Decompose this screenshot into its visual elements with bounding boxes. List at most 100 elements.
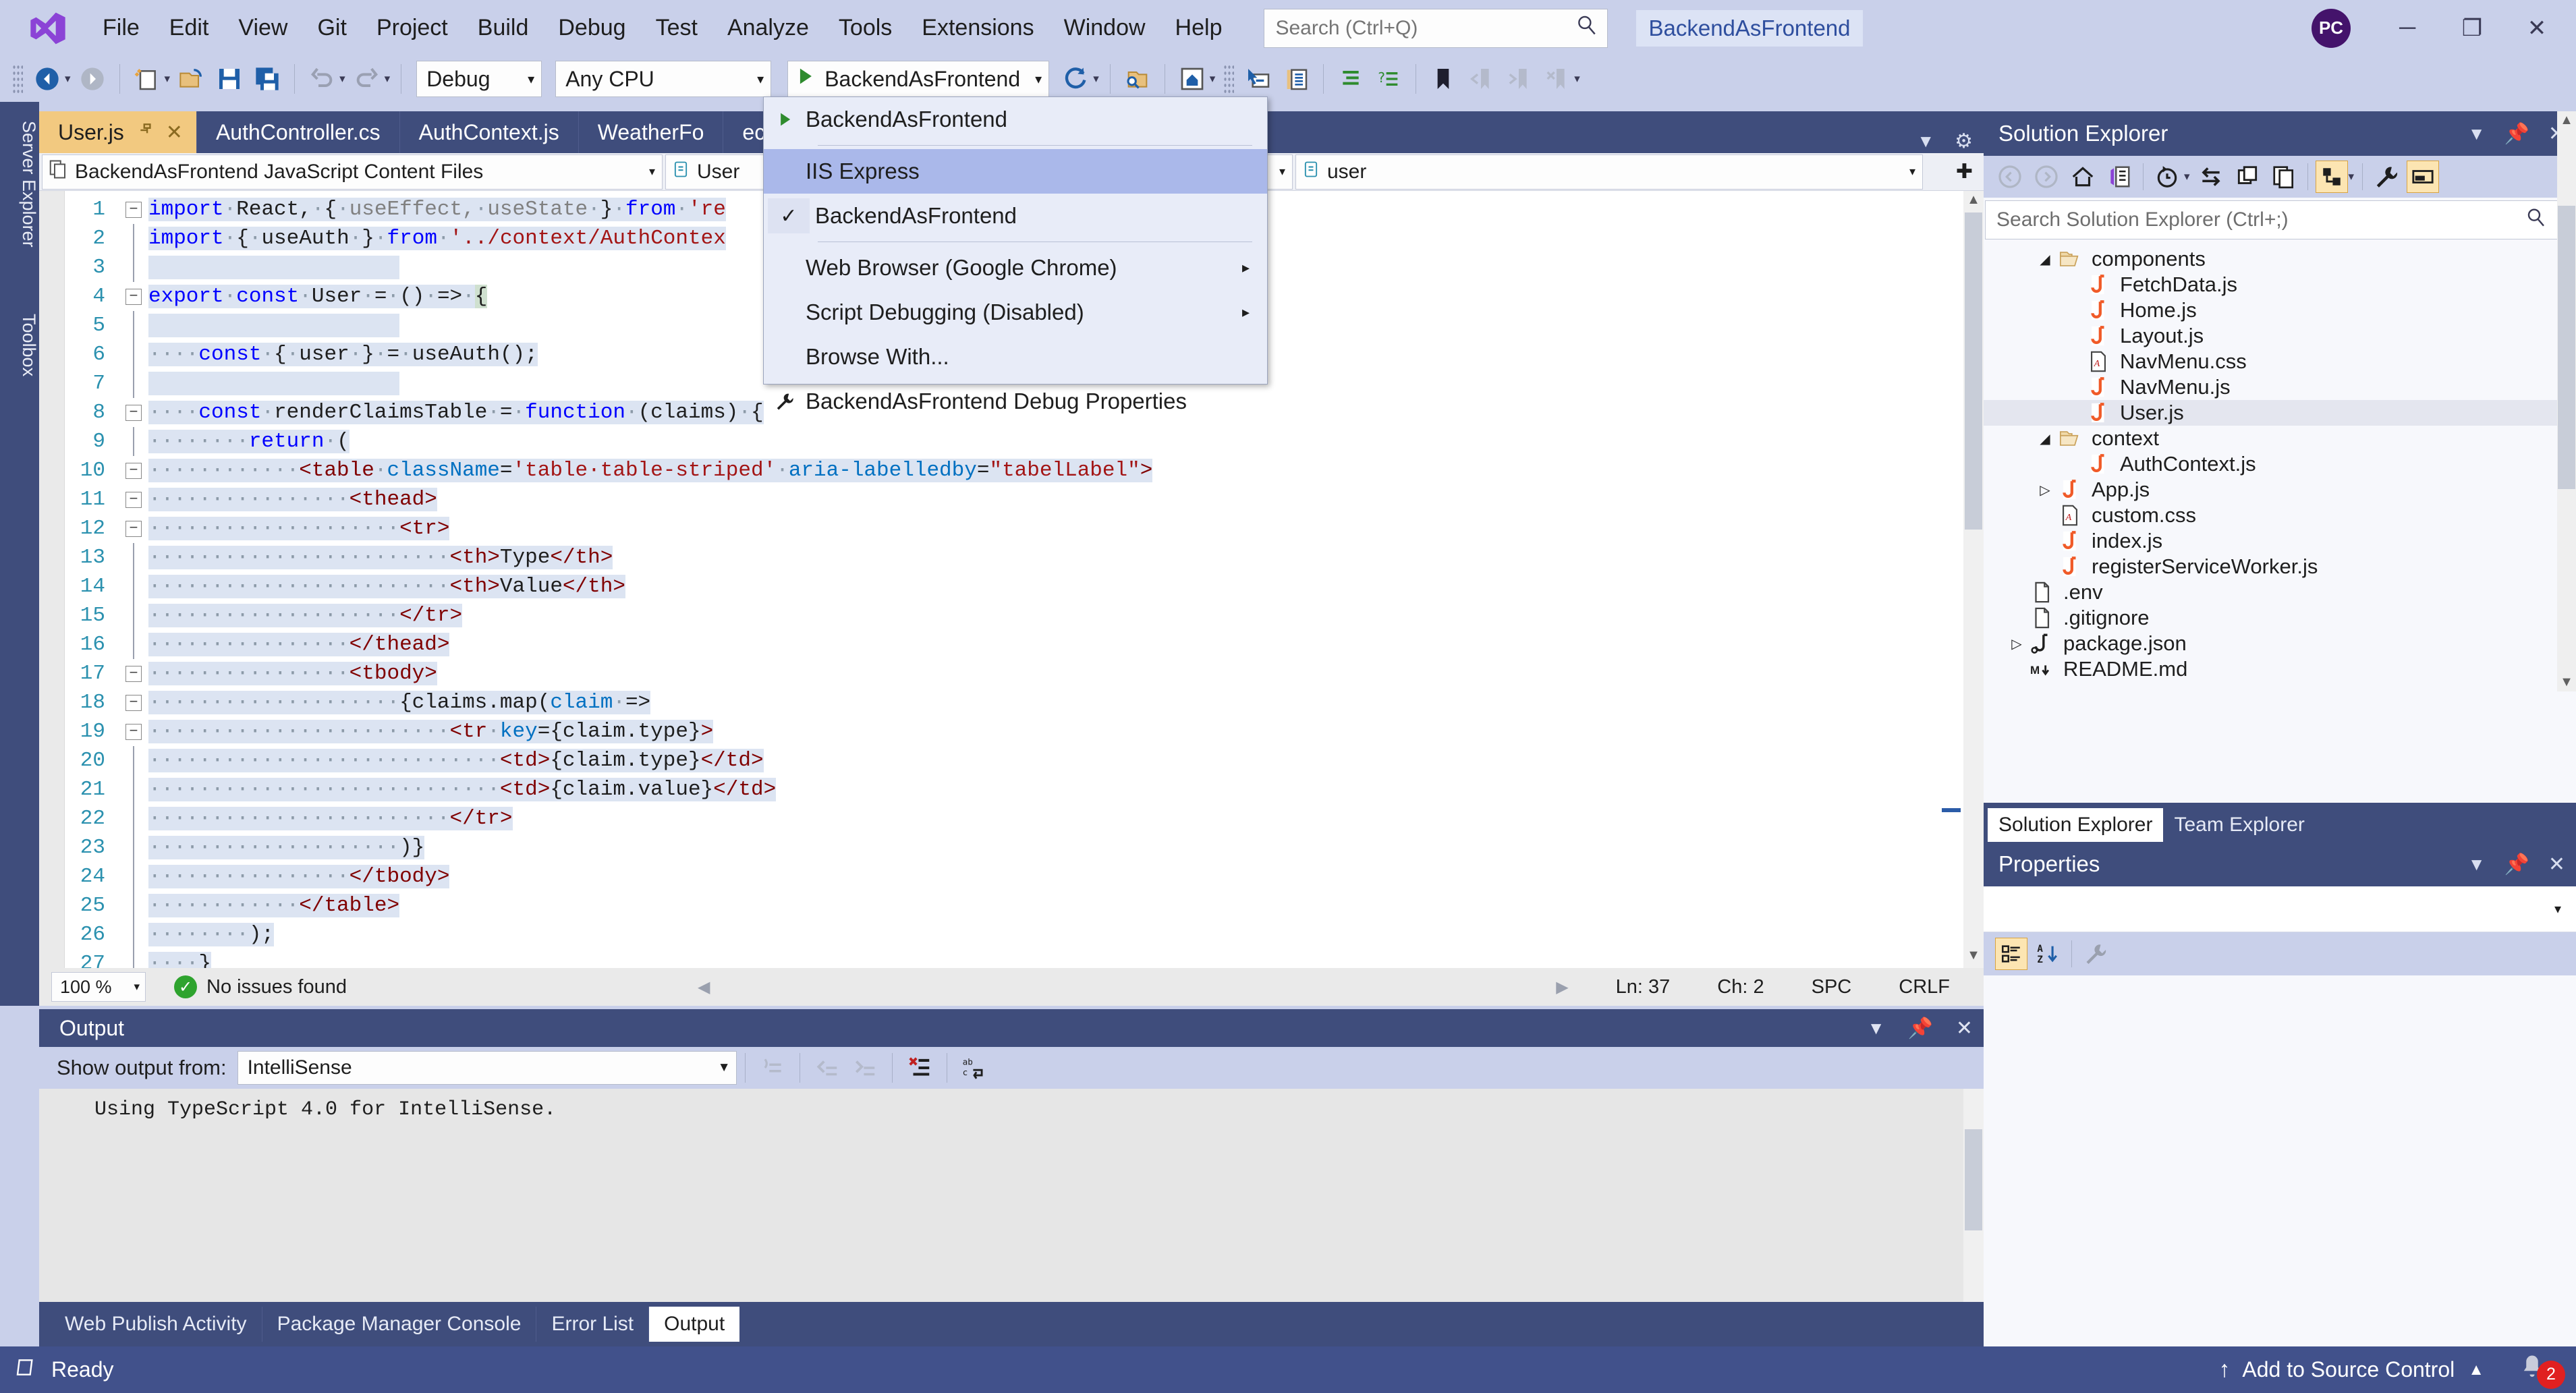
preview-home-icon[interactable] <box>1175 62 1209 96</box>
fold-marker[interactable]: − <box>119 405 148 421</box>
menu-item-web-browser-google-chrome-[interactable]: Web Browser (Google Chrome)▸ <box>764 246 1267 290</box>
code-line[interactable]: 11−················<thead> <box>39 485 1942 514</box>
minimize-button[interactable]: ─ <box>2375 5 2440 52</box>
fold-marker[interactable]: − <box>119 492 148 508</box>
menu-item-backendasfrontend[interactable]: ✓BackendAsFrontend <box>764 194 1267 238</box>
fold-marker[interactable] <box>119 427 148 456</box>
new-item-icon[interactable] <box>130 62 164 96</box>
fold-marker[interactable] <box>119 311 148 340</box>
clear-all-icon[interactable] <box>903 1051 936 1085</box>
menu-item-view[interactable]: View <box>223 11 302 45</box>
fold-marker[interactable] <box>119 601 148 630</box>
show-all-files-icon[interactable] <box>2316 161 2348 193</box>
alphabetical-icon[interactable]: AZ <box>2032 938 2064 970</box>
search-icon[interactable] <box>2525 206 2546 233</box>
code-line[interactable]: 24················</tbody> <box>39 862 1942 891</box>
property-pages-icon[interactable] <box>2079 938 2112 970</box>
tree-item-home-js[interactable]: Home.js <box>1984 297 2576 323</box>
tree-item-readme-md[interactable]: MREADME.md <box>1984 656 2576 682</box>
add-to-source-control-button[interactable]: Add to Source Control <box>2242 1357 2455 1382</box>
chevron-down-icon[interactable]: ▼ <box>2468 854 2486 875</box>
menu-item-tools[interactable]: Tools <box>824 11 907 45</box>
redo-icon[interactable] <box>350 62 384 96</box>
tree-item-navmenu-css[interactable]: ANavMenu.css <box>1984 349 2576 374</box>
fold-marker[interactable] <box>119 833 148 862</box>
solution-tree-scrollbar[interactable]: ▲ ▼ <box>2557 111 2576 691</box>
line-ending-indicator[interactable]: CRLF <box>1899 976 1950 998</box>
editor-tab-authcontroller-cs[interactable]: AuthController.cs <box>197 111 400 153</box>
layout-icon[interactable] <box>1279 62 1313 96</box>
editor-scroll-thumb[interactable] <box>1965 212 1982 530</box>
tree-item-registerserviceworker-js[interactable]: registerServiceWorker.js <box>1984 554 2576 579</box>
solution-explorer-tree[interactable]: ◢componentsFetchData.jsHome.jsLayout.jsA… <box>1984 242 2576 822</box>
bookmark-icon[interactable] <box>1426 62 1460 96</box>
toolbar-grip[interactable] <box>1223 64 1234 94</box>
scroll-down-icon[interactable]: ▼ <box>1965 948 1982 967</box>
menu-item-script-debugging-disabled-[interactable]: Script Debugging (Disabled)▸ <box>764 290 1267 335</box>
tree-item-custom-css[interactable]: Acustom.css <box>1984 503 2576 528</box>
fold-marker[interactable]: − <box>119 695 148 711</box>
menu-item-edit[interactable]: Edit <box>155 11 224 45</box>
clear-pane-icon[interactable] <box>756 1051 789 1085</box>
go-to-previous-icon[interactable] <box>810 1051 844 1085</box>
redo-caret[interactable]: ▾ <box>385 72 391 86</box>
fold-marker[interactable] <box>119 891 148 920</box>
select-element-icon[interactable] <box>1241 62 1275 96</box>
menu-item-test[interactable]: Test <box>641 11 712 45</box>
tab-solution-explorer[interactable]: Solution Explorer <box>1988 808 2163 842</box>
tree-item-layout-js[interactable]: Layout.js <box>1984 323 2576 349</box>
pending-changes-icon[interactable] <box>2151 161 2183 193</box>
word-wrap-icon[interactable]: abc <box>957 1051 991 1085</box>
editor-tab-weatherforecast-cs-a[interactable]: WeatherFo <box>579 111 724 153</box>
fold-marker[interactable] <box>119 630 148 659</box>
tree-item--env[interactable]: .env <box>1984 579 2576 605</box>
code-line[interactable]: 19−························<tr·key={clai… <box>39 717 1942 746</box>
refresh-caret[interactable]: ▾ <box>1093 72 1099 86</box>
tab-team-explorer[interactable]: Team Explorer <box>2163 808 2315 842</box>
fold-marker[interactable] <box>119 572 148 601</box>
menu-item-file[interactable]: File <box>88 11 155 45</box>
go-to-next-icon[interactable] <box>848 1051 882 1085</box>
fold-marker[interactable] <box>119 862 148 891</box>
indentation-indicator[interactable]: SPC <box>1812 976 1852 998</box>
tree-item-package-json[interactable]: ▷package.json <box>1984 631 2576 656</box>
toolbar-grip[interactable] <box>12 64 23 94</box>
fold-marker[interactable] <box>119 253 148 282</box>
toolbar-overflow-caret[interactable]: ▾ <box>1574 72 1580 86</box>
fold-marker[interactable]: − <box>119 724 148 740</box>
fold-marker[interactable]: − <box>119 521 148 537</box>
show-all-files-icon[interactable] <box>1334 62 1368 96</box>
fold-marker[interactable] <box>119 949 148 968</box>
prev-bookmark-icon[interactable] <box>1464 62 1498 96</box>
tree-item-user-js[interactable]: User.js <box>1984 400 2576 426</box>
output-source-combo[interactable]: IntelliSense ▼ <box>237 1051 737 1085</box>
forward-icon[interactable] <box>2030 161 2063 193</box>
undo-icon[interactable] <box>305 62 339 96</box>
avatar[interactable]: PC <box>2312 9 2351 48</box>
tree-item-authcontext-js[interactable]: AuthContext.js <box>1984 451 2576 477</box>
source-control-caret[interactable]: ▲ <box>2468 1361 2484 1380</box>
tree-item-index-js[interactable]: index.js <box>1984 528 2576 554</box>
menu-item-help[interactable]: Help <box>1160 11 1237 45</box>
global-search-box[interactable] <box>1264 9 1608 48</box>
pending-changes-caret[interactable]: ▾ <box>2184 170 2190 183</box>
sync-with-active-icon[interactable] <box>2195 161 2227 193</box>
notification-badge[interactable]: 2 <box>2537 1361 2565 1389</box>
open-file-icon[interactable] <box>175 62 208 96</box>
code-line[interactable]: 15····················</tr> <box>39 601 1942 630</box>
clear-bookmarks-icon[interactable] <box>1540 62 1573 96</box>
menu-item-backendasfrontend[interactable]: BackendAsFrontend <box>764 97 1267 142</box>
zoom-level-combo[interactable]: 100 % ▾ <box>51 972 146 1002</box>
code-line[interactable]: 25············</table> <box>39 891 1942 920</box>
code-line[interactable]: 23····················)} <box>39 833 1942 862</box>
tree-item-app-js[interactable]: ▷App.js <box>1984 477 2576 503</box>
fold-marker[interactable]: − <box>119 463 148 479</box>
properties-body[interactable] <box>1984 975 2576 1380</box>
search-input[interactable] <box>1274 16 1564 40</box>
fold-marker[interactable] <box>119 804 148 833</box>
categorized-icon[interactable] <box>1995 938 2027 970</box>
menu-item-project[interactable]: Project <box>362 11 463 45</box>
new-item-caret[interactable]: ▾ <box>165 72 171 86</box>
menu-item-backendasfrontend-debug-properties[interactable]: BackendAsFrontend Debug Properties <box>764 379 1267 424</box>
expand-arrow-open-icon[interactable]: ◢ <box>2035 251 2055 268</box>
